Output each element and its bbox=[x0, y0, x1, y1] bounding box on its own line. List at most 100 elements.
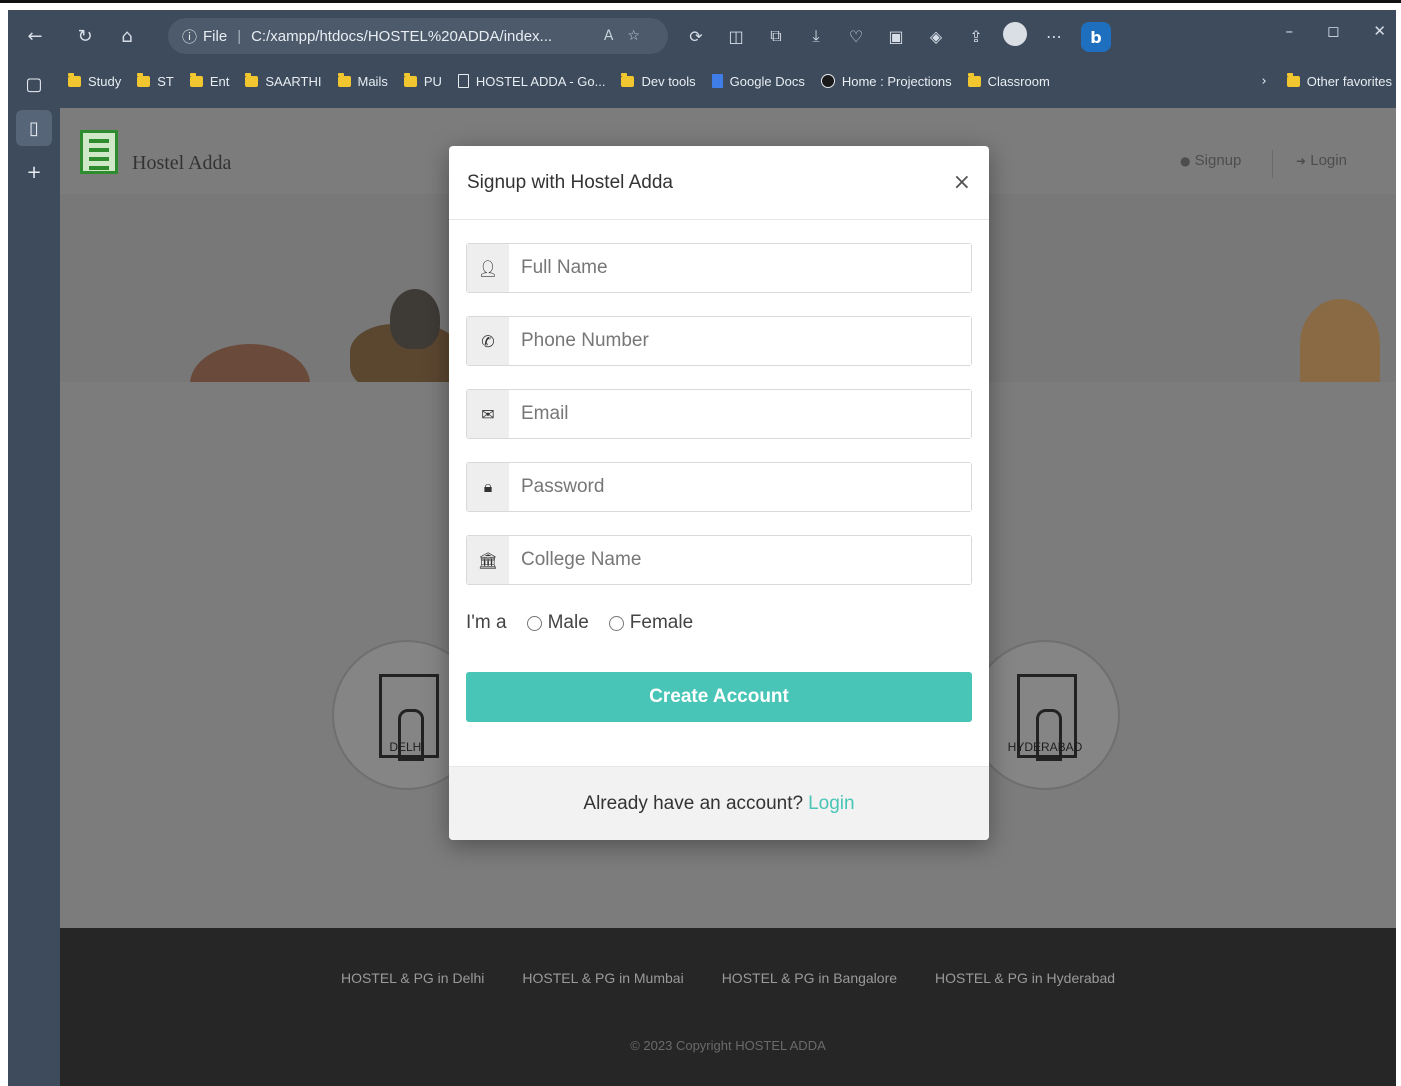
folder-icon bbox=[337, 72, 351, 87]
favorite-label: Home : Projections bbox=[841, 73, 952, 89]
minimize-icon[interactable]: – bbox=[1285, 22, 1293, 40]
password-field: 🔒︎ bbox=[466, 462, 972, 512]
hostel-logo-icon[interactable] bbox=[80, 130, 118, 174]
extensions-icon[interactable]: ⟳ bbox=[683, 22, 709, 50]
read-aloud-favorite-icons[interactable]: A☆ bbox=[604, 28, 654, 44]
profile-avatar[interactable] bbox=[1003, 22, 1027, 46]
downloads-icon[interactable]: ⤓ bbox=[803, 22, 829, 50]
favorite-google-docs[interactable]: Google Docs bbox=[711, 73, 805, 89]
favorite-study[interactable]: Study bbox=[68, 72, 122, 89]
favorite-ent[interactable]: Ent bbox=[189, 72, 230, 89]
full-name-field: 👤︎ bbox=[466, 243, 972, 293]
gender-label-female: Female bbox=[629, 612, 694, 633]
footer-link-delhi[interactable]: HOSTEL & PG in Delhi bbox=[341, 970, 484, 986]
nav-login-link[interactable]: ➜ Login bbox=[1296, 152, 1347, 169]
nav-login-label: Login bbox=[1310, 152, 1347, 169]
restore-icon[interactable]: ◻ bbox=[1327, 22, 1339, 40]
home-icon[interactable]: ⌂ bbox=[114, 23, 140, 49]
favorite-pu[interactable]: PU bbox=[403, 72, 442, 89]
user-icon: 👤︎ bbox=[467, 244, 509, 292]
login-link[interactable]: Login bbox=[808, 793, 855, 815]
site-brand[interactable]: Hostel Adda bbox=[132, 152, 231, 175]
nav-divider bbox=[1272, 150, 1273, 178]
browser-toolbar: ← ↻ ⌂ ⓘ File | C:/xampp/htdocs/HOSTEL%20… bbox=[8, 10, 1396, 62]
institution-icon: 🏛︎ bbox=[467, 536, 509, 584]
nav-signup-link[interactable]: ● Signup bbox=[1180, 152, 1241, 169]
gender-label-male: Male bbox=[547, 612, 589, 633]
radio-male[interactable] bbox=[526, 615, 542, 631]
browser-essentials-icon[interactable]: ◈ bbox=[923, 22, 949, 50]
favorites-bar: Study ST Ent SAARTHI Mails PU HOSTEL ADD… bbox=[68, 62, 1396, 100]
sign-in-icon: ➜ bbox=[1296, 154, 1307, 168]
signup-modal: Signup with Hostel Adda × 👤︎ ✆ ✉ 🔒︎ 🏛︎ I… bbox=[449, 146, 989, 840]
city-card-hyderabad[interactable]: HYDERABAD bbox=[970, 640, 1120, 790]
chevron-right-icon[interactable]: › bbox=[1262, 74, 1267, 89]
favorite-dev-tools[interactable]: Dev tools bbox=[621, 72, 696, 89]
favorite-label: Other favorites bbox=[1306, 73, 1392, 89]
address-bar[interactable]: ⓘ File | C:/xampp/htdocs/HOSTEL%20ADDA/i… bbox=[168, 18, 668, 54]
footer-link-hyderabad[interactable]: HOSTEL & PG in Hyderabad bbox=[935, 970, 1115, 986]
folder-icon bbox=[137, 72, 151, 87]
favorite-label: HOSTEL ADDA - Go... bbox=[475, 73, 606, 89]
folder-icon bbox=[68, 72, 81, 87]
nav-signup-label: Signup bbox=[1194, 152, 1242, 169]
address-url[interactable]: C:/xampp/htdocs/HOSTEL%20ADDA/index... bbox=[251, 28, 552, 45]
favorite-label: Mails bbox=[357, 73, 388, 89]
tab-actions-icon[interactable]: ▢ bbox=[8, 62, 60, 106]
favorite-label: SAARTHI bbox=[265, 73, 322, 89]
footer-links: HOSTEL & PG in Delhi HOSTEL & PG in Mumb… bbox=[60, 970, 1396, 986]
tab-page-icon[interactable]: ▯ bbox=[16, 110, 52, 146]
more-options-icon[interactable]: ⋯ bbox=[1041, 22, 1067, 50]
close-window-icon[interactable]: ✕ bbox=[1373, 22, 1386, 40]
split-screen-icon[interactable]: ◫ bbox=[723, 22, 749, 50]
address-separator: | bbox=[237, 27, 242, 45]
favorite-classroom[interactable]: Classroom bbox=[967, 72, 1050, 89]
new-tab-icon[interactable]: + bbox=[8, 150, 60, 194]
toolbar-icons: ⟳ ◫ ⧉ ⤓ ♡ ▣ ◈ ⇪ ⋯ b bbox=[683, 22, 1111, 52]
footer-link-bangalore[interactable]: HOSTEL & PG in Bangalore bbox=[722, 970, 897, 986]
screenshot-icon[interactable]: ▣ bbox=[883, 22, 909, 50]
email-input[interactable] bbox=[509, 390, 971, 438]
hero-person bbox=[390, 289, 440, 349]
performance-icon[interactable]: ♡ bbox=[843, 22, 869, 50]
page-icon bbox=[457, 74, 469, 88]
copyright-text: © 2023 Copyright HOSTEL ADDA bbox=[630, 1038, 826, 1053]
favorite-projections[interactable]: Home : Projections bbox=[820, 73, 952, 89]
folder-icon bbox=[403, 72, 417, 87]
favorite-hostel-adda[interactable]: HOSTEL ADDA - Go... bbox=[457, 73, 606, 89]
email-field: ✉ bbox=[466, 389, 972, 439]
footer-prompt: Already have an account? bbox=[583, 792, 804, 814]
password-input[interactable] bbox=[509, 463, 971, 511]
college-input[interactable] bbox=[509, 536, 971, 584]
share-icon[interactable]: ⇪ bbox=[963, 22, 989, 50]
bing-icon[interactable]: b bbox=[1081, 22, 1111, 52]
gender-option-male[interactable]: Male bbox=[526, 612, 589, 634]
gender-option-female[interactable]: Female bbox=[608, 612, 694, 634]
create-account-button[interactable]: Create Account bbox=[466, 672, 972, 722]
phone-input[interactable] bbox=[509, 317, 971, 365]
radio-female[interactable] bbox=[608, 615, 624, 631]
close-icon[interactable]: × bbox=[953, 170, 971, 195]
favorite-label: Study bbox=[88, 73, 122, 89]
footer-link-mumbai[interactable]: HOSTEL & PG in Mumbai bbox=[522, 970, 683, 986]
favorite-label: Ent bbox=[209, 73, 230, 89]
favorite-label: Dev tools bbox=[641, 73, 696, 89]
site-footer: HOSTEL & PG in Delhi HOSTEL & PG in Mumb… bbox=[60, 928, 1396, 1086]
phone-field: ✆ bbox=[466, 316, 972, 366]
collections-icon[interactable]: ⧉ bbox=[763, 22, 789, 50]
folder-icon bbox=[967, 72, 981, 87]
info-icon[interactable]: ⓘ bbox=[182, 26, 197, 47]
favorite-other[interactable]: Other favorites bbox=[1286, 72, 1392, 89]
favorite-mails[interactable]: Mails bbox=[337, 72, 388, 89]
favorite-st[interactable]: ST bbox=[137, 72, 174, 89]
refresh-icon[interactable]: ↻ bbox=[72, 23, 98, 49]
hero-person bbox=[1300, 299, 1380, 389]
projections-icon bbox=[820, 74, 835, 88]
favorite-label: PU bbox=[423, 73, 442, 89]
full-name-input[interactable] bbox=[509, 244, 971, 292]
favorite-label: Google Docs bbox=[729, 73, 805, 89]
folder-icon bbox=[245, 72, 259, 87]
favorite-saarthi[interactable]: SAARTHI bbox=[245, 72, 322, 89]
back-arrow-icon[interactable]: ← bbox=[22, 23, 48, 49]
favorite-label: Classroom bbox=[987, 73, 1050, 89]
